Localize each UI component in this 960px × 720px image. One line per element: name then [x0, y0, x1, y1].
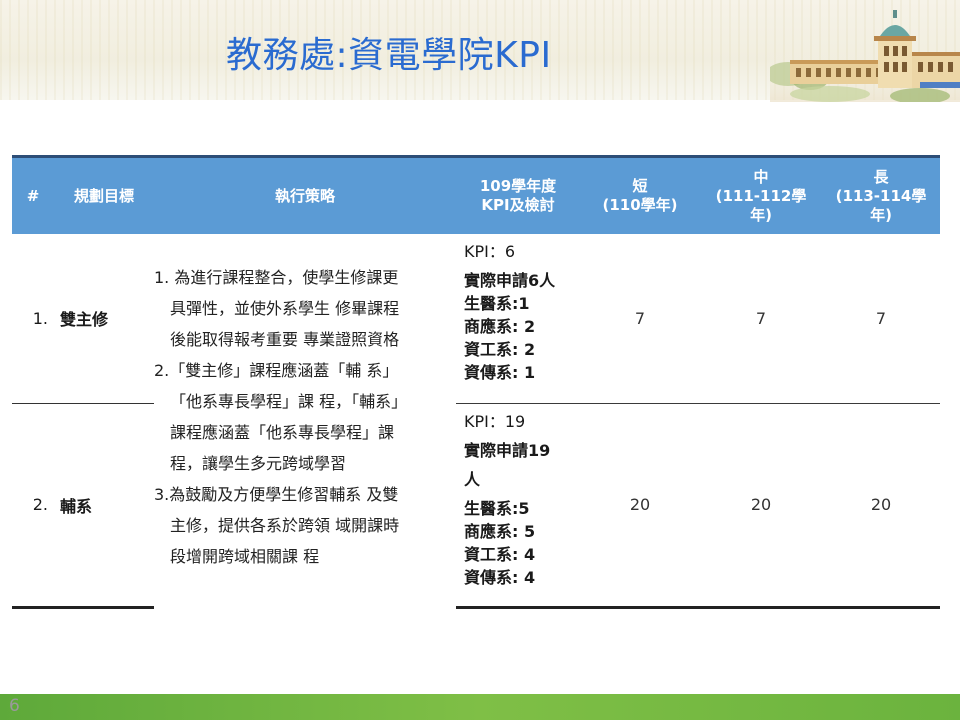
- header-no: #: [12, 155, 54, 234]
- strategy-line: 主修，提供各系於跨領 域開課時: [170, 516, 400, 535]
- strategy-line: 1. 為進行課程整合，使學生修課更: [154, 268, 399, 287]
- strategy-line: 3.為鼓勵及方便學生修習輔系 及雙: [154, 485, 399, 504]
- header-long-line1: 長: [873, 167, 889, 186]
- kpi-cell: KPI：19 實際申請19 人 生醫系:5 商應系: 5 資工系: 4 資傳系:…: [456, 402, 580, 609]
- header-kpi-line2: KPI及檢討: [481, 196, 555, 214]
- header-mid-line3: 年): [750, 205, 772, 224]
- header-mid-line2: (111-112學: [715, 186, 807, 205]
- strategy-line: 具彈性，並使外系學生 修畢課程: [170, 299, 400, 318]
- header-short-line2: (110學年): [602, 196, 678, 214]
- row-number: 2.: [12, 402, 54, 609]
- kpi-breakdown-item: 生醫系:5: [464, 498, 530, 518]
- strategy-line: 段增開跨域相關課 程: [170, 547, 320, 566]
- short-term-value: 20: [580, 402, 700, 609]
- row-goal: 輔系: [54, 402, 154, 609]
- kpi-breakdown-item: 資工系: 4: [464, 544, 536, 564]
- slide-title: 教務處:資電學院KPI: [226, 35, 552, 76]
- header-long-line2: (113-114學: [835, 186, 927, 205]
- table-header-row: # 規劃目標 執行策略 109學年度 KPI及檢討 短 (110學年) 中 (1…: [12, 155, 940, 234]
- strategy-cell: 1. 為進行課程整合，使學生修課更 具彈性，並使外系學生 修畢課程 後能取得報考…: [154, 234, 456, 607]
- long-term-value: 7: [875, 308, 887, 328]
- kpi-table: # 規劃目標 執行策略 109學年度 KPI及檢討 短 (110學年) 中 (1…: [12, 155, 940, 609]
- kpi-breakdown-item: 資工系: 2: [464, 340, 536, 359]
- kpi-target: KPI：6: [464, 242, 516, 261]
- row-goal: 雙主修: [60, 310, 109, 330]
- kpi-actual: 實際申請6人: [464, 271, 556, 290]
- header-kpi-line1: 109學年度: [479, 177, 557, 195]
- table-row: 2. 輔系 KPI：19 實際申請19 人 生醫系:5 商應系: 5 資工系: …: [12, 402, 940, 609]
- strategy-line: 「他系專長學程」課 程，「輔系」: [170, 392, 408, 411]
- header-short: 短 (110學年): [580, 155, 700, 234]
- header-mid: 中 (111-112學 年): [700, 155, 822, 234]
- header-long: 長 (113-114學 年): [822, 155, 940, 234]
- kpi-breakdown-item: 商應系: 2: [464, 317, 536, 336]
- strategy-line: 課程應涵蓋「他系專長學程」課: [170, 423, 395, 442]
- kpi-breakdown-item: 資傳系: 4: [464, 567, 536, 587]
- header-goal: 規劃目標: [54, 155, 154, 234]
- kpi-actual: 實際申請19: [464, 440, 551, 460]
- strategy-line: 程，讓學生多元跨域學習: [170, 454, 347, 473]
- campus-building-image: [770, 10, 960, 102]
- row-number: 1.: [32, 308, 48, 328]
- table-row: 1. 雙主修 1. 為進行課程整合，使學生修課更 具彈性，並使外系學生 修畢課程…: [12, 234, 940, 566]
- page-number: 6: [9, 696, 20, 716]
- short-term-value: 7: [634, 308, 646, 328]
- strategy-line: 後能取得報考重要 專業證照資格: [170, 330, 400, 349]
- mid-term-value: 20: [700, 402, 822, 609]
- kpi-cell: KPI：6 實際申請6人 生醫系:1 商應系: 2 資工系: 2 資傳系: 1: [456, 234, 580, 403]
- long-term-value: 20: [822, 402, 940, 609]
- kpi-breakdown-item: 商應系: 5: [464, 521, 536, 541]
- mid-term-value: 7: [755, 308, 767, 328]
- header-kpi: 109學年度 KPI及檢討: [456, 155, 580, 234]
- header-mid-line1: 中: [753, 167, 769, 186]
- kpi-actual-cont: 人: [464, 469, 481, 489]
- kpi-breakdown-item: 生醫系:1: [464, 294, 530, 313]
- header-short-line1: 短: [632, 177, 648, 195]
- footer-bar: [0, 694, 960, 720]
- kpi-breakdown-item: 資傳系: 1: [464, 363, 536, 382]
- header-strategy: 執行策略: [154, 155, 456, 234]
- header-long-line3: 年): [870, 205, 892, 224]
- strategy-line: 2.「雙主修」課程應涵蓋「輔 系」: [154, 361, 399, 380]
- kpi-target: KPI：19: [464, 411, 526, 431]
